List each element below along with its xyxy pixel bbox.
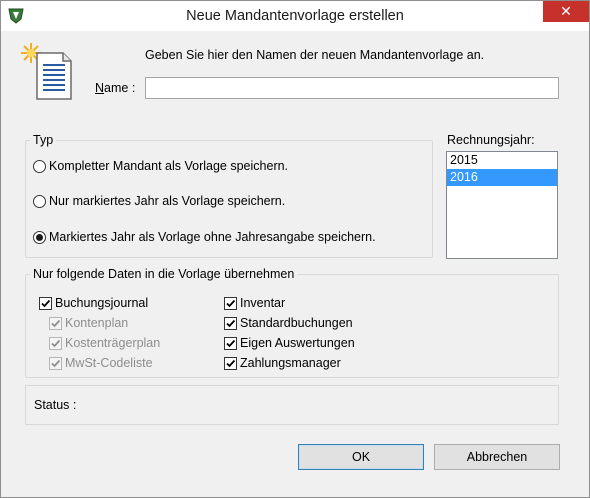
check-zahlungsmanager[interactable]: Zahlungsmanager <box>224 356 341 370</box>
year-item-2016[interactable]: 2016 <box>447 169 557 186</box>
check-label: Standardbuchungen <box>240 316 353 330</box>
new-document-icon <box>19 41 79 101</box>
check-kontenplan[interactable]: Kontenplan <box>49 316 128 330</box>
checkbox-disabled[interactable] <box>49 356 62 370</box>
name-label-rest: ame : <box>104 81 136 95</box>
checkbox[interactable] <box>224 296 237 310</box>
check-label: Inventar <box>240 296 286 310</box>
daten-group-title: Nur folgende Daten in die Vorlage überne… <box>30 267 298 281</box>
close-icon: ✕ <box>560 3 572 19</box>
radio-label: Nur markiertes Jahr als Vorlage speicher… <box>49 194 286 208</box>
check-label: Buchungsjournal <box>55 296 149 310</box>
check-label: MwSt-Codeliste <box>65 356 153 370</box>
check-label: Eigen Auswertungen <box>240 336 355 350</box>
checkbox[interactable] <box>224 316 237 330</box>
name-label: Name : <box>95 81 135 95</box>
checkbox[interactable] <box>39 296 52 310</box>
radio-label: Markiertes Jahr als Vorlage ohne Jahresa… <box>49 230 376 244</box>
typ-group-title: Typ <box>30 133 57 147</box>
ok-button[interactable]: OK <box>298 444 424 470</box>
radio-label: Kompletter Mandant als Vorlage speichern… <box>49 159 289 173</box>
radio-ohne-jahresangabe[interactable]: Markiertes Jahr als Vorlage ohne Jahresa… <box>33 230 376 244</box>
radio-nur-markiertes-jahr[interactable]: Nur markiertes Jahr als Vorlage speicher… <box>33 194 285 208</box>
dialog-content: Geben Sie hier den Namen der neuen Manda… <box>1 31 589 497</box>
cancel-button[interactable]: Abbrechen <box>434 444 560 470</box>
name-input[interactable] <box>145 77 559 99</box>
status-label: Status : <box>34 398 77 412</box>
checkbox-disabled[interactable] <box>49 336 62 350</box>
name-label-accelerator: N <box>95 81 105 95</box>
close-button[interactable]: ✕ <box>543 1 589 22</box>
check-standardbuchungen[interactable]: Standardbuchungen <box>224 316 353 330</box>
window-title: Neue Mandantenvorlage erstellen <box>186 8 404 24</box>
radio-circle[interactable] <box>33 159 46 173</box>
check-label: Kostenträgerplan <box>65 336 161 350</box>
rechnungsjahr-listbox[interactable]: 2015 2016 <box>446 151 558 259</box>
check-label: Zahlungsmanager <box>240 356 341 370</box>
rechnungsjahr-label: Rechnungsjahr: <box>447 133 535 147</box>
dialog-window: Neue Mandantenvorlage erstellen ✕ Geben … <box>0 0 590 498</box>
checkbox[interactable] <box>224 336 237 350</box>
check-buchungsjournal[interactable]: Buchungsjournal <box>39 296 148 310</box>
year-item-2015[interactable]: 2015 <box>447 152 557 169</box>
intro-text: Geben Sie hier den Namen der neuen Manda… <box>145 48 485 62</box>
check-eigen-auswertungen[interactable]: Eigen Auswertungen <box>224 336 355 350</box>
check-mwst-codeliste[interactable]: MwSt-Codeliste <box>49 356 153 370</box>
radio-circle-selected[interactable] <box>33 230 46 244</box>
status-panel: Status : <box>25 385 559 425</box>
check-inventar[interactable]: Inventar <box>224 296 285 310</box>
checkbox[interactable] <box>224 356 237 370</box>
radio-circle[interactable] <box>33 194 46 208</box>
check-label: Kontenplan <box>65 316 129 330</box>
radio-kompletter-mandant[interactable]: Kompletter Mandant als Vorlage speichern… <box>33 159 288 173</box>
checkbox-disabled[interactable] <box>49 316 62 330</box>
check-kostentraegerplan[interactable]: Kostenträgerplan <box>49 336 160 350</box>
title-bar[interactable]: Neue Mandantenvorlage erstellen ✕ <box>1 1 589 31</box>
